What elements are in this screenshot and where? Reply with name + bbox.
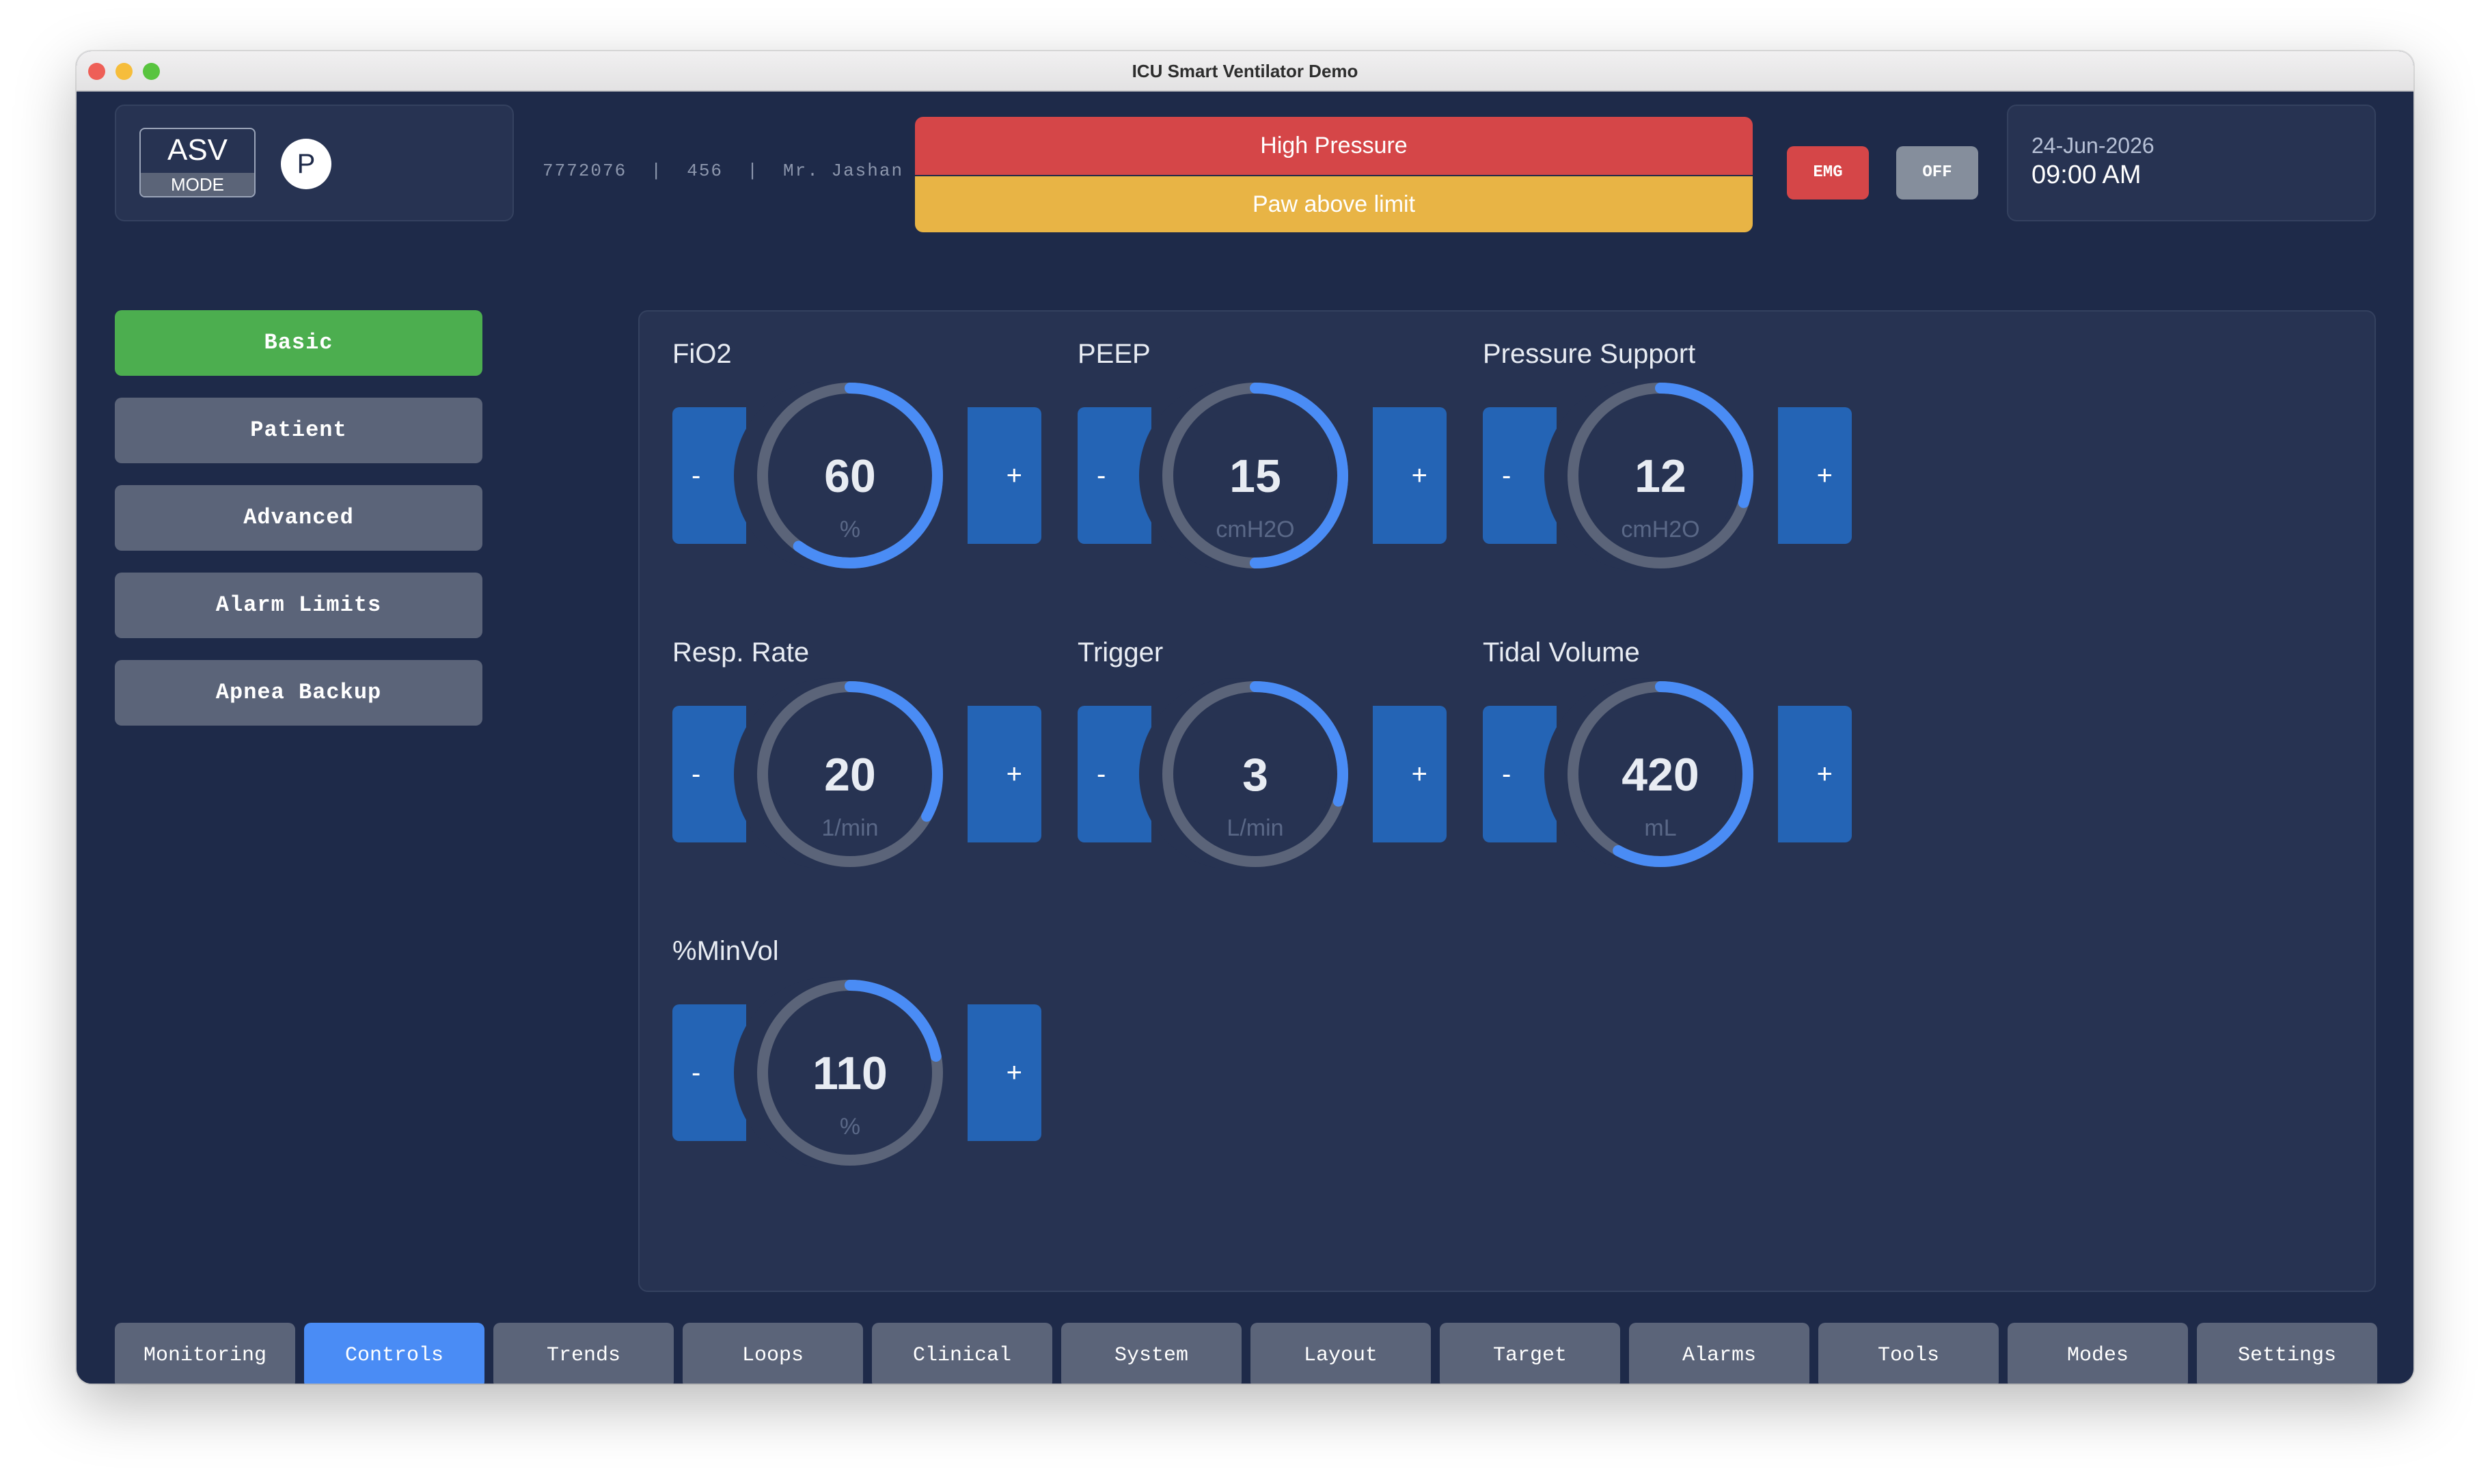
- mode-name: ASV: [167, 133, 228, 167]
- control-minvol: %MinVol - +110%: [672, 936, 1041, 1175]
- control-label: Pressure Support: [1483, 339, 1696, 369]
- app-content: ASV MODE P 24-Jun-2026 09:00 AM Basic Pat…: [77, 92, 2413, 1384]
- increment-button[interactable]: +: [1778, 706, 1852, 842]
- nav-tab-target[interactable]: Target: [1440, 1323, 1620, 1384]
- nav-tab-controls[interactable]: Controls: [304, 1323, 484, 1384]
- control-label: FiO2: [672, 339, 732, 369]
- emg-button[interactable]: EMG: [1787, 146, 1869, 200]
- alarm-secondary[interactable]: Paw above limit: [915, 176, 1753, 232]
- nav-tab-system[interactable]: System: [1061, 1323, 1242, 1384]
- nav-tab-settings[interactable]: Settings: [2197, 1323, 2377, 1384]
- title-bar: ICU Smart Ventilator Demo: [77, 51, 2413, 92]
- date-text: 24-Jun-2026: [2031, 133, 2154, 158]
- control-value: 110: [812, 1047, 888, 1099]
- control-resp-rate: Resp. Rate - +20 1/min: [672, 637, 1041, 877]
- control-unit: mL: [1644, 815, 1677, 841]
- control-tidal-volume: Tidal Volume - +420 mL: [1483, 637, 1852, 877]
- control-value: 15: [1229, 450, 1281, 502]
- patient-info: 7772076 | 456 | Mr. Jashan: [543, 161, 904, 181]
- nav-tab-layout[interactable]: Layout: [1250, 1323, 1431, 1384]
- control-value: 420: [1622, 749, 1699, 801]
- nav-tab-loops[interactable]: Loops: [683, 1323, 863, 1384]
- control-label: %MinVol: [672, 936, 779, 966]
- datetime-panel: 24-Jun-2026 09:00 AM: [2007, 105, 2376, 221]
- control-unit: %: [839, 1114, 861, 1140]
- sidebar-item-basic[interactable]: Basic: [115, 310, 482, 376]
- nav-tab-monitoring[interactable]: Monitoring: [115, 1323, 295, 1384]
- sidebar-item-advanced[interactable]: Advanced: [115, 485, 482, 551]
- window-title: ICU Smart Ventilator Demo: [1132, 61, 1358, 81]
- increment-button[interactable]: +: [1778, 407, 1852, 544]
- patient-type-badge[interactable]: P: [281, 139, 331, 189]
- control-value: 60: [824, 450, 876, 502]
- control-unit: L/min: [1227, 815, 1284, 841]
- control-label: Trigger: [1078, 637, 1164, 668]
- control-value: 20: [824, 749, 876, 801]
- increment-button[interactable]: +: [1373, 706, 1447, 842]
- off-button[interactable]: OFF: [1896, 146, 1978, 200]
- increment-button[interactable]: +: [968, 1004, 1041, 1141]
- app-window: ICU Smart Ventilator Demo ASV MODE P 24-…: [77, 51, 2413, 1384]
- nav-tab-modes[interactable]: Modes: [2008, 1323, 2188, 1384]
- nav-tab-trends[interactable]: Trends: [493, 1323, 674, 1384]
- sidebar-item-apnea-backup[interactable]: Apnea Backup: [115, 660, 482, 726]
- control-value: 12: [1634, 450, 1686, 502]
- mode-badge[interactable]: ASV MODE: [139, 128, 256, 197]
- control-label: Resp. Rate: [672, 637, 810, 668]
- increment-button[interactable]: +: [1373, 407, 1447, 544]
- control-label: Tidal Volume: [1483, 637, 1640, 668]
- control-trigger: Trigger - +3 L/min: [1078, 637, 1447, 877]
- control-unit: cmH2O: [1621, 517, 1700, 542]
- control-unit: %: [839, 517, 861, 542]
- control-label: PEEP: [1078, 339, 1151, 369]
- control-value: 3: [1242, 749, 1268, 801]
- control-unit: 1/min: [821, 815, 879, 841]
- nav-tab-alarms[interactable]: Alarms: [1629, 1323, 1809, 1384]
- time-text: 09:00 AM: [2031, 161, 2142, 189]
- alarm-primary[interactable]: High Pressure: [915, 117, 1753, 175]
- mode-panel: ASV MODE P: [115, 105, 514, 221]
- nav-tab-clinical[interactable]: Clinical: [872, 1323, 1052, 1384]
- nav-tab-tools[interactable]: Tools: [1818, 1323, 1999, 1384]
- control-pressure-support: Pressure Support - +12 cmH2O: [1483, 339, 1852, 578]
- mode-label: MODE: [141, 173, 254, 196]
- sidebar-item-alarm-limits[interactable]: Alarm Limits: [115, 573, 482, 638]
- increment-button[interactable]: +: [968, 706, 1041, 842]
- increment-button[interactable]: +: [968, 407, 1041, 544]
- control-fio2: FiO2- +60%: [672, 339, 1041, 578]
- control-unit: cmH2O: [1216, 517, 1295, 542]
- sidebar-item-patient[interactable]: Patient: [115, 398, 482, 463]
- control-peep: PEEP - +15 cmH2O: [1078, 339, 1447, 578]
